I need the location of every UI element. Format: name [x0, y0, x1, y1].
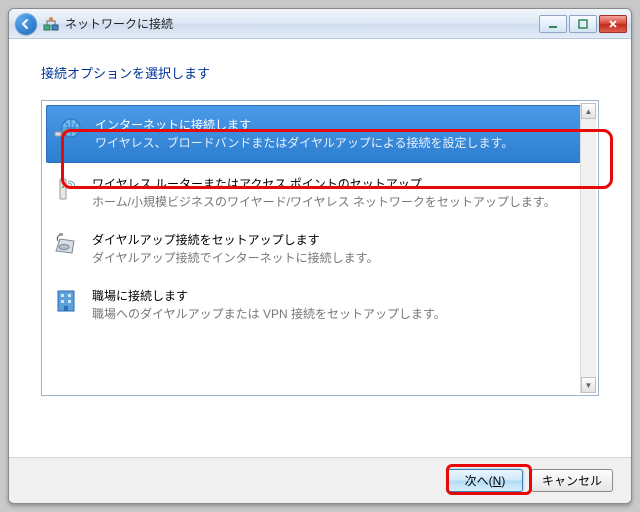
option-text: インターネットに接続します ワイヤレス、ブロードバンドまたはダイヤルアップによる… [95, 114, 513, 152]
next-label: 次へ(N) [465, 472, 506, 489]
option-title: ダイヤルアップ接続をセットアップします [92, 231, 378, 249]
option-desc: ホーム/小規模ビジネスのワイヤード/ワイヤレス ネットワークをセットアップします… [92, 193, 556, 211]
option-desc: ワイヤレス、ブロードバンドまたはダイヤルアップによる接続を設定します。 [95, 134, 513, 152]
router-icon [50, 173, 82, 205]
cancel-button[interactable]: キャンセル [531, 469, 613, 492]
scrollbar[interactable]: ▲ ▼ [580, 103, 596, 393]
option-internet[interactable]: インターネットに接続します ワイヤレス、ブロードバンドまたはダイヤルアップによる… [46, 105, 594, 163]
option-title: ワイヤレス ルーターまたはアクセス ポイントのセットアップ [92, 175, 556, 193]
next-button[interactable]: 次へ(N) [447, 469, 523, 492]
options-list: インターネットに接続します ワイヤレス、ブロードバンドまたはダイヤルアップによる… [41, 100, 599, 396]
minimize-button[interactable] [539, 15, 567, 33]
wizard-window: ネットワークに接続 接続オプションを選択します インターネットに接続します ワイ… [8, 8, 632, 504]
maximize-icon [578, 19, 588, 29]
option-text: ダイヤルアップ接続をセットアップします ダイヤルアップ接続でインターネットに接続… [92, 229, 378, 267]
back-button[interactable] [15, 13, 37, 35]
maximize-button[interactable] [569, 15, 597, 33]
modem-icon [50, 229, 82, 261]
content-area: 接続オプションを選択します インターネットに接続します ワイヤレス、ブロードバン… [9, 39, 631, 396]
cancel-label: キャンセル [542, 472, 602, 489]
close-icon [608, 19, 618, 29]
scroll-down-button[interactable]: ▼ [581, 377, 596, 393]
minimize-icon [548, 19, 558, 29]
option-desc: 職場へのダイヤルアップまたは VPN 接続をセットアップします。 [92, 305, 446, 323]
building-icon [50, 285, 82, 317]
option-title: 職場に接続します [92, 287, 446, 305]
footer: 次へ(N) キャンセル [9, 457, 631, 503]
option-text: 職場に接続します 職場へのダイヤルアップまたは VPN 接続をセットアップします… [92, 285, 446, 323]
titlebar: ネットワークに接続 [9, 9, 631, 39]
option-router[interactable]: ワイヤレス ルーターまたはアクセス ポイントのセットアップ ホーム/小規模ビジネ… [44, 165, 596, 221]
option-title: インターネットに接続します [95, 116, 513, 134]
network-icon [43, 16, 59, 32]
window-controls [539, 15, 627, 33]
option-text: ワイヤレス ルーターまたはアクセス ポイントのセットアップ ホーム/小規模ビジネ… [92, 173, 556, 211]
scroll-track[interactable] [581, 119, 596, 377]
option-desc: ダイヤルアップ接続でインターネットに接続します。 [92, 249, 378, 267]
globe-icon [53, 114, 85, 146]
option-dialup[interactable]: ダイヤルアップ接続をセットアップします ダイヤルアップ接続でインターネットに接続… [44, 221, 596, 277]
close-button[interactable] [599, 15, 627, 33]
window-title: ネットワークに接続 [65, 15, 173, 32]
instruction-text: 接続オプションを選択します [41, 63, 599, 82]
option-workplace[interactable]: 職場に接続します 職場へのダイヤルアップまたは VPN 接続をセットアップします… [44, 277, 596, 333]
scroll-up-button[interactable]: ▲ [581, 103, 596, 119]
arrow-left-icon [20, 18, 32, 30]
